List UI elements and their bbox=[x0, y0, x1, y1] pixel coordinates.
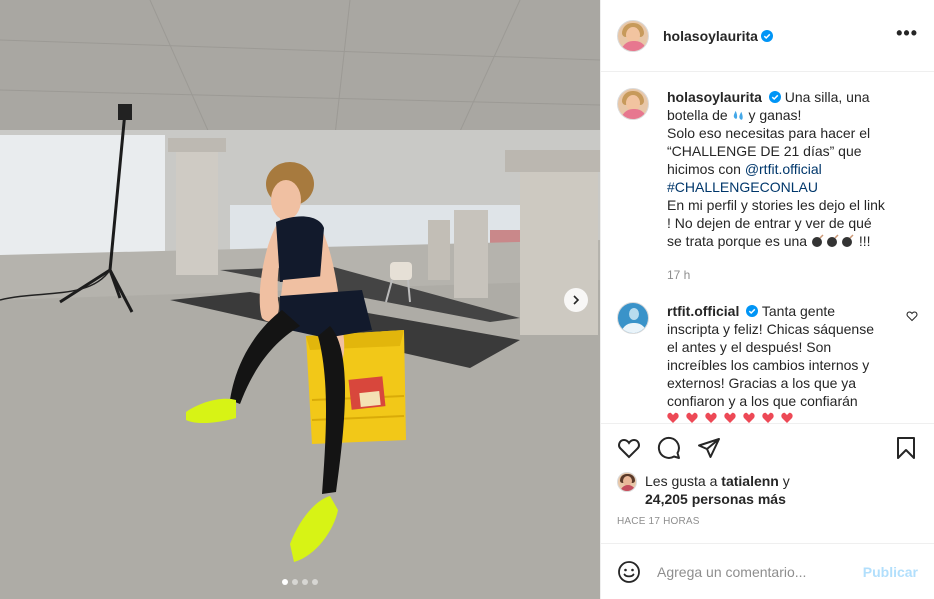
post-timestamp[interactable]: HACE 17 HORAS bbox=[617, 516, 918, 527]
verified-badge-icon bbox=[768, 91, 781, 103]
publish-button[interactable]: Publicar bbox=[863, 564, 918, 580]
share-button[interactable] bbox=[697, 436, 721, 460]
likes-connector: y bbox=[782, 473, 790, 489]
liker-username[interactable]: tatialenn bbox=[721, 473, 779, 489]
comment-icon bbox=[657, 436, 680, 459]
heart-icon bbox=[618, 438, 640, 459]
like-button[interactable] bbox=[617, 436, 641, 460]
author-avatar[interactable] bbox=[617, 19, 649, 52]
bookmark-icon bbox=[897, 437, 915, 459]
more-options-button[interactable]: ••• bbox=[896, 24, 918, 44]
carousel-indicator bbox=[0, 579, 600, 585]
like-comment-heart-icon[interactable] bbox=[906, 310, 918, 322]
action-bar bbox=[617, 424, 918, 472]
author-username[interactable]: holasoylaurita bbox=[663, 28, 758, 44]
caption: holasoylaurita Una silla, una botella de… bbox=[617, 88, 918, 282]
author-avatar[interactable] bbox=[617, 88, 649, 120]
chevron-right-icon bbox=[573, 295, 580, 305]
caption-text: holasoylaurita Una silla, una botella de… bbox=[667, 88, 887, 252]
smiley-icon bbox=[618, 560, 640, 583]
droplet-emoji-icon bbox=[733, 110, 743, 120]
photo-scene bbox=[0, 0, 600, 599]
mention-link[interactable]: @rtfit.official bbox=[745, 161, 822, 177]
caption-line: !!! bbox=[858, 233, 871, 249]
likes-prefix: Les gusta a bbox=[645, 473, 718, 489]
emoji-button[interactable] bbox=[617, 560, 641, 584]
caption-timestamp[interactable]: 17 h bbox=[667, 268, 887, 282]
carousel-dot bbox=[312, 579, 318, 585]
post-photo[interactable] bbox=[0, 0, 600, 599]
post-header: holasoylaurita ••• bbox=[601, 0, 934, 72]
instagram-post: holasoylaurita ••• holasoylaurita Una si… bbox=[0, 0, 934, 599]
comment-input[interactable] bbox=[657, 563, 847, 580]
carousel-dot bbox=[282, 579, 288, 585]
red-heart-emoji-icon bbox=[667, 411, 797, 423]
comment-username[interactable]: rtfit.official bbox=[667, 303, 739, 319]
comment-button[interactable] bbox=[657, 436, 681, 460]
liker-avatar[interactable] bbox=[617, 472, 637, 492]
carousel-dot bbox=[302, 579, 308, 585]
save-button[interactable] bbox=[894, 436, 918, 460]
commenter-avatar[interactable] bbox=[617, 302, 649, 334]
hashtag-link[interactable]: #CHALLENGECONLAU bbox=[667, 179, 818, 195]
comment-text: rtfit.official Tanta gente inscripta y f… bbox=[667, 302, 887, 423]
post-side-panel: holasoylaurita ••• holasoylaurita Una si… bbox=[600, 0, 934, 599]
comments-section: holasoylaurita Una silla, una botella de… bbox=[601, 72, 934, 423]
carousel-next-button[interactable] bbox=[564, 288, 588, 312]
post-actions-area: Les gusta a tatialenn y 24,205 personas … bbox=[601, 423, 934, 543]
likes-count[interactable]: 24,205 personas más bbox=[645, 491, 786, 507]
share-icon bbox=[698, 438, 720, 458]
verified-badge-icon bbox=[760, 29, 773, 42]
add-comment-bar: Publicar bbox=[601, 543, 934, 599]
verified-badge-icon bbox=[746, 305, 759, 317]
caption-line: y ganas! bbox=[748, 107, 802, 123]
comment: rtfit.official Tanta gente inscripta y f… bbox=[617, 302, 918, 423]
bomb-emoji-icon bbox=[811, 234, 855, 252]
likes-summary: Les gusta a tatialenn y 24,205 personas … bbox=[617, 472, 918, 508]
carousel-dot bbox=[292, 579, 298, 585]
caption-username[interactable]: holasoylaurita bbox=[667, 89, 762, 105]
